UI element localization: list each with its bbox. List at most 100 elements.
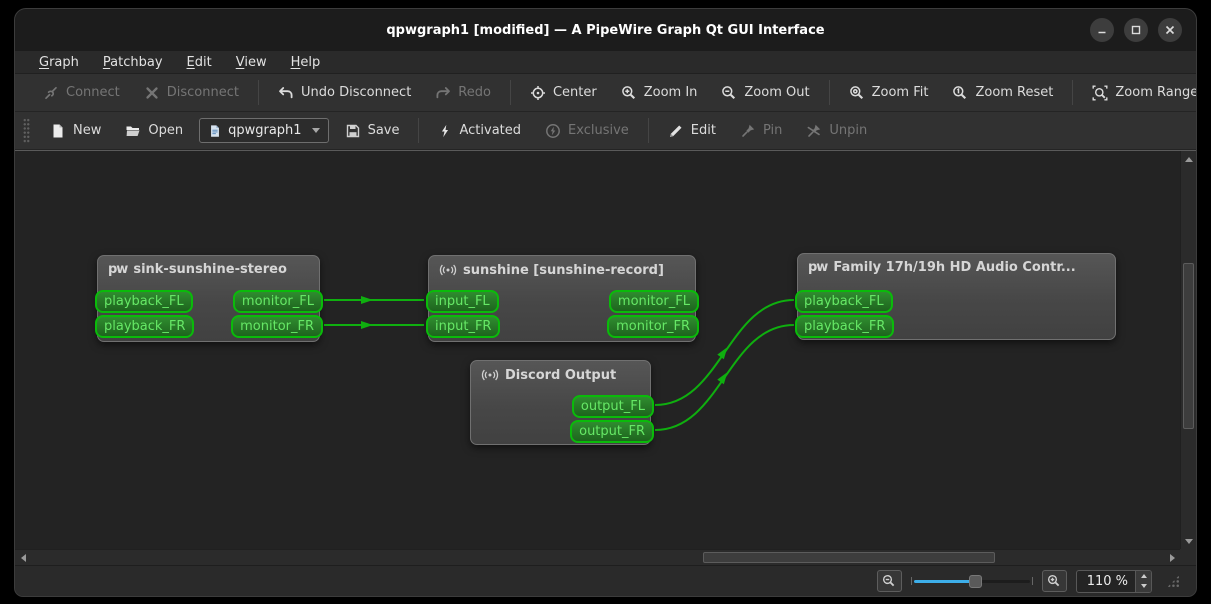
zoom-in-icon: [621, 85, 635, 99]
zoom-fit-button[interactable]: Zoom Fit: [840, 80, 938, 106]
zoom-in-button[interactable]: Zoom In: [612, 80, 707, 106]
edit-button[interactable]: Edit: [659, 118, 725, 144]
slider-tick: [910, 577, 912, 585]
titlebar[interactable]: qpwgraph1 [modified] — A PipeWire Graph …: [15, 9, 1196, 51]
activated-button[interactable]: Activated: [429, 118, 530, 144]
node-sunshine[interactable]: sunshine [sunshine-record] input_FL inpu…: [426, 255, 699, 342]
disconnect-icon: [146, 86, 158, 99]
toolbar-separator: [828, 80, 830, 105]
save-button[interactable]: Save: [336, 118, 409, 144]
toolbar-separator: [418, 118, 420, 143]
menu-patchbay[interactable]: Patchbay: [91, 54, 175, 71]
node-title: sink-sunshine-stereo: [133, 262, 287, 277]
port-output-fr[interactable]: output_FR: [570, 420, 654, 443]
port-output-fl[interactable]: output_FL: [571, 395, 654, 418]
port-playback-fr[interactable]: playback_FR: [95, 315, 195, 338]
minimize-icon: [1098, 31, 1106, 34]
arrow-up-icon: [1140, 573, 1147, 578]
toolbar-separator: [647, 118, 649, 143]
zoom-slider-handle[interactable]: [968, 575, 982, 588]
zoom-range-button[interactable]: Zoom Range: [1083, 80, 1196, 106]
node-discord-output[interactable]: Discord Output output_FL output_FR: [470, 360, 654, 445]
menu-help[interactable]: Help: [279, 54, 333, 71]
graph-canvas-frame: pw sink-sunshine-stereo playback_FL play…: [15, 150, 1196, 565]
unpin-button[interactable]: Unpin: [797, 118, 876, 144]
spin-down-button[interactable]: [1136, 581, 1151, 592]
scroll-left-button[interactable]: [15, 550, 31, 565]
zoom-fit-icon: [849, 85, 863, 99]
scrollbar-corner: [1180, 549, 1196, 565]
port-playback-fl[interactable]: playback_FL: [95, 290, 193, 313]
menu-graph[interactable]: Graph: [27, 54, 91, 71]
menubar: Graph Patchbay Edit View Help: [15, 51, 1196, 74]
maximize-icon: [1131, 25, 1141, 35]
stream-icon: [481, 369, 499, 381]
horizontal-scrollbar-thumb[interactable]: [703, 552, 995, 563]
port-monitor-fl[interactable]: monitor_FL: [608, 290, 699, 313]
statusbar-zoom-out-button[interactable]: [876, 570, 902, 592]
node-family-hd-audio[interactable]: pw Family 17h/19h HD Audio Contr... play…: [795, 253, 1116, 340]
zoom-range-icon: [1092, 85, 1108, 100]
undo-disconnect-button[interactable]: Undo Disconnect: [269, 80, 420, 106]
arrow-right-icon: [1169, 554, 1175, 562]
zoom-in-icon: [1048, 574, 1060, 587]
menu-view[interactable]: View: [224, 54, 279, 71]
close-button[interactable]: [1158, 18, 1182, 42]
unpin-icon: [807, 124, 821, 137]
zoom-reset-button[interactable]: Zoom Reset: [943, 80, 1062, 106]
center-button[interactable]: Center: [521, 80, 606, 106]
pin-button[interactable]: Pin: [731, 118, 791, 144]
graph-canvas[interactable]: pw sink-sunshine-stereo playback_FL play…: [15, 151, 1180, 549]
scroll-right-button[interactable]: [1164, 550, 1180, 565]
statusbar-zoom-in-button[interactable]: [1041, 570, 1067, 592]
scroll-down-button[interactable]: [1181, 533, 1196, 549]
center-icon: [530, 85, 545, 100]
save-icon: [346, 124, 359, 137]
vertical-scrollbar-thumb[interactable]: [1183, 263, 1194, 429]
chevron-down-icon: [311, 128, 320, 133]
horizontal-scrollbar[interactable]: [15, 549, 1180, 565]
zoom-spinbox[interactable]: 110 %: [1075, 569, 1152, 593]
exclusive-button[interactable]: Exclusive: [536, 118, 638, 144]
lightning-icon: [442, 124, 449, 137]
patchbay-select[interactable]: qpwgraph1: [199, 118, 329, 143]
port-monitor-fr[interactable]: monitor_FR: [607, 315, 699, 338]
node-sink-sunshine-stereo[interactable]: pw sink-sunshine-stereo playback_FL play…: [95, 255, 323, 342]
pipewire-icon: pw: [108, 262, 128, 277]
connect-button[interactable]: Connect: [34, 80, 129, 106]
scroll-up-button[interactable]: [1181, 151, 1196, 167]
slider-tick: [1031, 577, 1033, 585]
port-monitor-fr[interactable]: monitor_FR: [231, 315, 323, 338]
open-button[interactable]: Open: [116, 118, 192, 144]
new-button[interactable]: New: [41, 118, 110, 144]
spin-up-button[interactable]: [1136, 571, 1151, 582]
redo-button[interactable]: Redo: [426, 80, 500, 106]
toolbar-separator: [1072, 80, 1074, 105]
port-input-fr[interactable]: input_FR: [426, 315, 501, 338]
patchbay-name: qpwgraph1: [228, 123, 302, 138]
disconnect-button[interactable]: Disconnect: [135, 80, 248, 106]
maximize-button[interactable]: [1124, 18, 1148, 42]
port-playback-fr[interactable]: playback_FR: [795, 315, 895, 338]
open-folder-icon: [126, 126, 140, 136]
port-input-fl[interactable]: input_FL: [426, 290, 499, 313]
minimize-button[interactable]: [1090, 18, 1114, 42]
arrow-down-icon: [1185, 538, 1193, 544]
connection-wires: [324, 296, 795, 431]
node-title: sunshine [sunshine-record]: [463, 262, 664, 278]
statusbar: 110 %: [15, 565, 1196, 596]
menu-edit[interactable]: Edit: [175, 54, 224, 71]
zoom-slider[interactable]: [910, 572, 1033, 590]
zoom-out-button[interactable]: Zoom Out: [712, 80, 818, 106]
node-title: Discord Output: [505, 367, 617, 383]
qpwgraph-window: qpwgraph1 [modified] — A PipeWire Graph …: [14, 8, 1197, 597]
port-monitor-fl[interactable]: monitor_FL: [232, 290, 323, 313]
pipewire-icon: pw: [808, 260, 828, 275]
port-playback-fl[interactable]: playback_FL: [795, 290, 893, 313]
vertical-scrollbar[interactable]: [1180, 151, 1196, 549]
toolbar-separator: [509, 80, 511, 105]
toolbar-drag-handle[interactable]: [23, 117, 30, 144]
resize-grip[interactable]: [1167, 574, 1180, 588]
undo-icon: [279, 86, 293, 98]
toolbar-patchbay: New Open qpwgraph1 Save Activated Exclus…: [15, 112, 1196, 150]
